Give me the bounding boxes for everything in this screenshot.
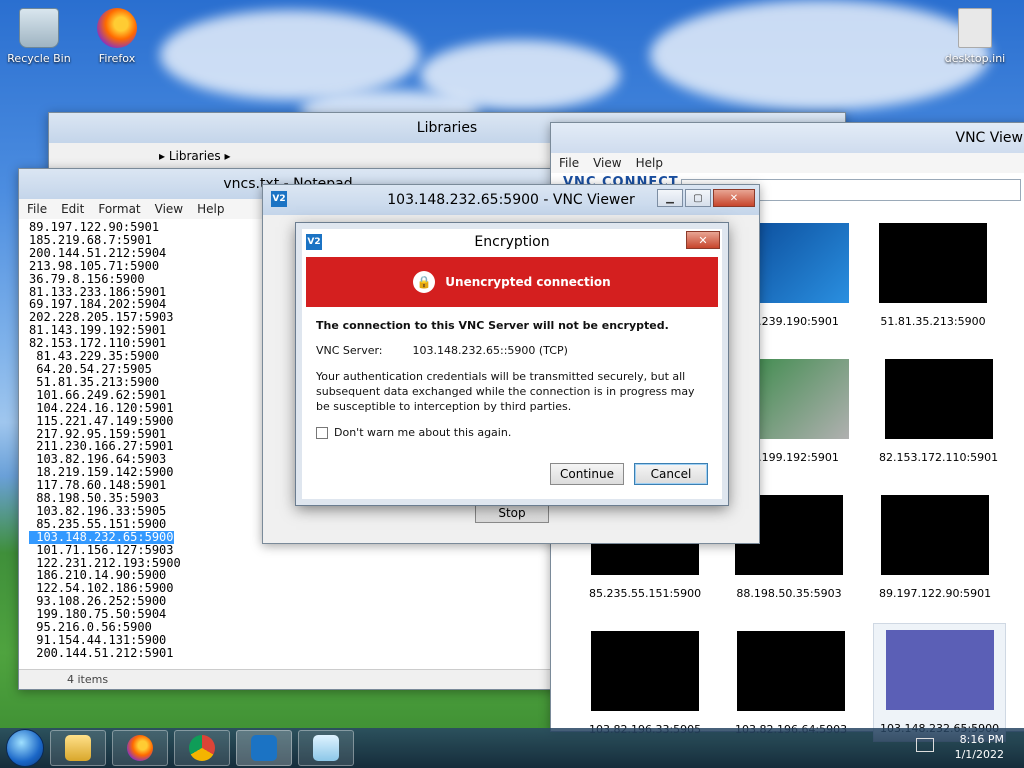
dialog-title: Encryption [474, 234, 550, 250]
vnc-icon [251, 735, 277, 761]
server-value: 103.148.232.65::5900 (TCP) [412, 344, 568, 357]
dialog-buttons: Continue Cancel [550, 463, 708, 485]
taskbar-vnc-viewer[interactable] [236, 730, 292, 766]
clock[interactable]: 8:16 PM 1/1/2022 [955, 732, 1004, 762]
connection-thumb[interactable]: 103.82.196.64:5903 [735, 631, 847, 736]
vnc-app-icon: V2 [271, 191, 287, 207]
chrome-icon [189, 735, 215, 761]
recycle-bin-label: Recycle Bin [7, 52, 71, 65]
connection-thumb[interactable]: 82.153.172.110:5901 [879, 359, 998, 464]
file-icon [958, 8, 992, 48]
dont-warn-label: Don't warn me about this again. [334, 426, 512, 439]
menu-file[interactable]: File [27, 202, 47, 216]
menu-view[interactable]: View [155, 202, 183, 216]
dialog-heading: The connection to this VNC Server will n… [316, 319, 669, 332]
notepad-line: 101.71.156.127:5903 [29, 542, 174, 557]
clock-time: 8:16 PM [959, 733, 1004, 746]
folder-icon [65, 735, 91, 761]
connection-thumb[interactable]: 51.81.35.213:5900 [879, 223, 987, 328]
vnc-menu-file[interactable]: File [559, 156, 579, 170]
recycle-bin-icon[interactable]: Recycle Bin [4, 8, 74, 65]
desktop-ini-icon[interactable]: desktop.ini [940, 8, 1010, 65]
dont-warn-checkbox[interactable] [316, 426, 328, 439]
start-button[interactable] [6, 729, 44, 767]
vnc-main-menubar: File View Help [551, 153, 1024, 173]
close-button[interactable]: ✕ [713, 189, 755, 207]
dont-warn-checkbox-row[interactable]: Don't warn me about this again. [316, 426, 708, 439]
clock-date: 1/1/2022 [954, 748, 1004, 761]
vnc-app-icon: V2 [306, 234, 322, 250]
connection-title: 103.148.232.65:5900 - VNC Viewer [387, 192, 635, 208]
taskbar-explorer[interactable] [50, 730, 106, 766]
menu-edit[interactable]: Edit [61, 202, 84, 216]
continue-button[interactable]: Continue [550, 463, 624, 485]
taskbar: 8:16 PM 1/1/2022 [0, 728, 1024, 768]
vnc-menu-help[interactable]: Help [636, 156, 663, 170]
dialog-titlebar[interactable]: V2 Encryption ✕ [302, 229, 722, 255]
dialog-close-button[interactable]: ✕ [686, 231, 720, 249]
minimize-button[interactable]: ▁ [657, 189, 683, 207]
vnc-main-title: VNC View [955, 130, 1024, 146]
lock-icon: 🔒 [413, 271, 436, 293]
server-label: VNC Server: [316, 344, 383, 357]
libraries-title: Libraries [416, 120, 478, 136]
explorer-status-bar: 4 items [19, 669, 557, 689]
firefox-desktop-icon[interactable]: Firefox [82, 8, 152, 65]
connection-thumb-selected[interactable]: 103.148.232.65:5900 [873, 623, 1007, 742]
connection-thumb[interactable]: 89.197.122.90:5901 [879, 495, 991, 600]
cancel-button[interactable]: Cancel [634, 463, 708, 485]
server-row: VNC Server: 103.148.232.65::5900 (TCP) [316, 344, 708, 357]
trash-icon [19, 8, 59, 48]
connection-titlebar[interactable]: V2 103.148.232.65:5900 - VNC Viewer ▁ ▢ … [263, 185, 759, 215]
taskbar-chrome[interactable] [174, 730, 230, 766]
dialog-paragraph: Your authentication credentials will be … [316, 370, 695, 413]
firefox-icon [127, 735, 153, 761]
encryption-dialog[interactable]: V2 Encryption ✕ 🔒 Unencrypted connection… [296, 223, 728, 505]
banner-text: Unencrypted connection [445, 275, 611, 289]
menu-help[interactable]: Help [197, 202, 224, 216]
notepad-icon [313, 735, 339, 761]
network-icon[interactable] [916, 738, 934, 752]
taskbar-notepad[interactable] [298, 730, 354, 766]
warning-banner: 🔒 Unencrypted connection [306, 257, 718, 307]
dialog-body: The connection to this VNC Server will n… [302, 307, 722, 439]
stop-button[interactable]: Stop [475, 503, 549, 523]
connection-thumb[interactable]: 103.82.196.33:5905 [589, 631, 701, 736]
desktop-ini-label: desktop.ini [944, 52, 1006, 65]
vnc-menu-view[interactable]: View [593, 156, 621, 170]
vnc-main-titlebar[interactable]: VNC View [551, 123, 1024, 153]
notepad-line: 91.154.44.131:5900 [29, 633, 167, 647]
menu-format[interactable]: Format [98, 202, 140, 216]
libraries-breadcrumb[interactable]: ▸ Libraries ▸ [159, 149, 231, 163]
maximize-button[interactable]: ▢ [685, 189, 711, 207]
taskbar-firefox[interactable] [112, 730, 168, 766]
firefox-icon [97, 8, 137, 48]
notepad-line: 103.148.232.65:5900 [29, 529, 174, 544]
window-controls: ▁ ▢ ✕ [657, 189, 755, 207]
firefox-label: Firefox [98, 52, 136, 65]
notepad-line: 200.144.51.212:5901 [29, 645, 174, 660]
